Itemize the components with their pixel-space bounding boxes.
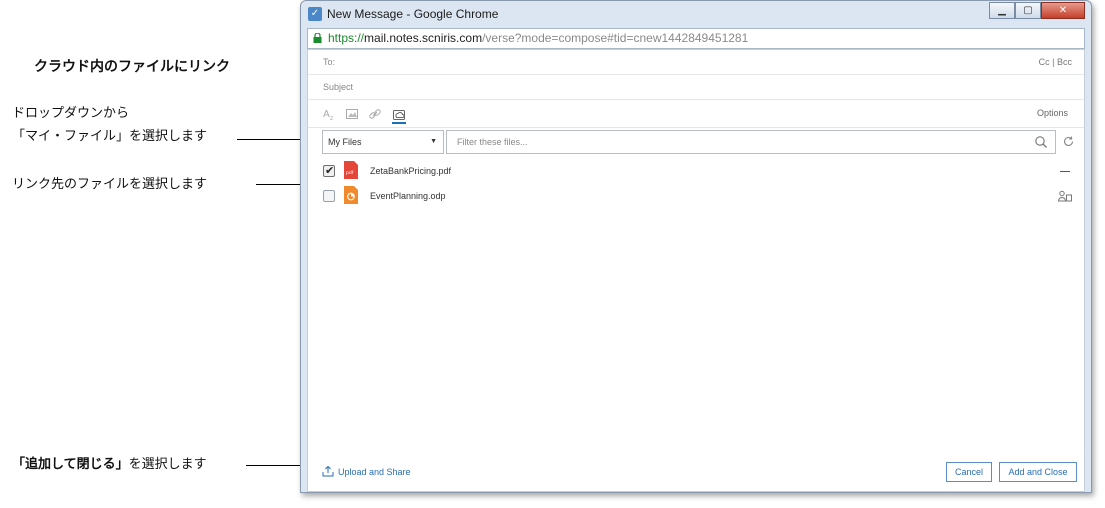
checkmark-icon: ✔ bbox=[325, 165, 335, 177]
add-and-close-button[interactable]: Add and Close bbox=[999, 462, 1077, 482]
to-label: To: bbox=[323, 57, 336, 67]
minus-icon bbox=[1060, 171, 1070, 172]
close-icon[interactable]: ✕ bbox=[1041, 2, 1085, 19]
link-icon[interactable] bbox=[368, 107, 382, 121]
subject-field[interactable]: Subject bbox=[308, 75, 1084, 100]
filter-files-input[interactable]: Filter these files... bbox=[446, 130, 1056, 154]
shared-users-icon bbox=[1058, 190, 1072, 202]
file-checkbox[interactable] bbox=[323, 190, 335, 202]
compose-pane: To: Cc | Bcc Subject A z Options My File… bbox=[307, 49, 1085, 492]
active-tool-indicator bbox=[392, 122, 406, 124]
text-format-icon[interactable]: A z bbox=[322, 107, 336, 121]
pdf-file-icon: pdf bbox=[344, 161, 358, 179]
callout-dropdown-line2: 「マイ・ファイル」を選択します bbox=[12, 129, 208, 144]
file-source-selected: My Files bbox=[328, 137, 362, 147]
options-link[interactable]: Options bbox=[1037, 100, 1068, 127]
upload-label: Upload and Share bbox=[338, 467, 411, 477]
file-checkbox[interactable]: ✔ bbox=[323, 165, 335, 177]
svg-text:z: z bbox=[330, 115, 333, 121]
file-name: ZetaBankPricing.pdf bbox=[370, 166, 452, 176]
callout-add-close: 「追加して閉じる」を選択します bbox=[12, 455, 207, 475]
upload-and-share-link[interactable]: Upload and Share bbox=[322, 462, 411, 482]
cloud-files-icon[interactable] bbox=[392, 107, 406, 121]
cancel-button[interactable]: Cancel bbox=[946, 462, 992, 482]
url-path: /verse?mode=compose#tid=cnew144284945128… bbox=[482, 31, 749, 45]
callout-add-close-bold: 「追加して閉じる」 bbox=[12, 457, 129, 472]
browser-window: ✓ New Message - Google Chrome ▁ ▢ ✕ http… bbox=[300, 0, 1092, 493]
lock-icon bbox=[313, 33, 322, 43]
url-scheme: https:// bbox=[328, 31, 365, 45]
window-title: New Message - Google Chrome bbox=[327, 7, 499, 21]
callout-heading: クラウド内のファイルにリンク bbox=[34, 59, 230, 75]
address-bar[interactable]: https://mail.notes.scniris.com/verse?mod… bbox=[307, 28, 1085, 49]
upload-icon bbox=[322, 465, 334, 477]
compose-toolbar: A z Options bbox=[308, 100, 1084, 128]
file-row[interactable]: EventPlanning.odp bbox=[308, 184, 1084, 209]
svg-text:A: A bbox=[323, 109, 330, 120]
presentation-file-icon bbox=[344, 186, 358, 204]
image-icon[interactable] bbox=[345, 107, 359, 121]
refresh-icon[interactable] bbox=[1062, 135, 1075, 148]
app-logo-icon: ✓ bbox=[308, 7, 322, 21]
callout-dropdown-line1: ドロップダウンから bbox=[12, 106, 130, 121]
filter-placeholder: Filter these files... bbox=[457, 137, 528, 147]
maximize-icon[interactable]: ▢ bbox=[1015, 2, 1041, 19]
to-field[interactable]: To: Cc | Bcc bbox=[308, 50, 1084, 75]
callout-select-file: リンク先のファイルを選択します bbox=[12, 177, 208, 192]
url-host: mail.notes.scniris.com bbox=[364, 31, 483, 45]
dropdown-arrow-icon: ▼ bbox=[430, 138, 437, 145]
file-source-dropdown[interactable]: My Files ▼ bbox=[322, 130, 444, 154]
file-row[interactable]: ✔ pdf ZetaBankPricing.pdf bbox=[308, 159, 1084, 184]
subject-label: Subject bbox=[323, 82, 354, 92]
cc-bcc-link[interactable]: Cc | Bcc bbox=[1039, 50, 1072, 74]
title-bar: ✓ New Message - Google Chrome ▁ ▢ ✕ bbox=[301, 1, 1091, 28]
minimize-icon[interactable]: ▁ bbox=[989, 2, 1015, 19]
search-icon[interactable] bbox=[1034, 135, 1048, 149]
file-name: EventPlanning.odp bbox=[370, 191, 446, 201]
svg-text:pdf: pdf bbox=[346, 170, 354, 176]
callout-add-close-rest: を選択します bbox=[128, 457, 207, 472]
window-controls: ▁ ▢ ✕ bbox=[989, 2, 1085, 19]
